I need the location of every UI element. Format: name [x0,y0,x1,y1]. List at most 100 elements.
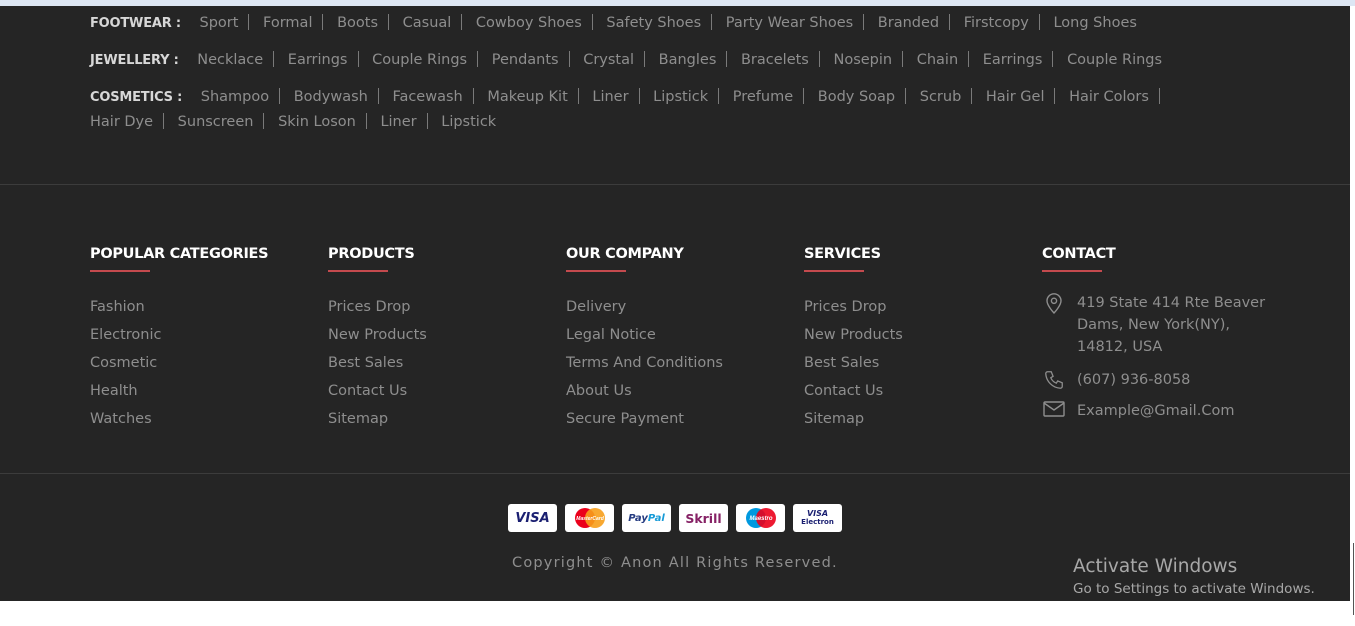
footer-link[interactable]: Electronic [90,321,268,349]
footwear-link[interactable]: Sport [199,15,258,31]
cosmetics-link[interactable]: Scrub [920,89,982,105]
footer-link[interactable]: Best Sales [804,349,903,377]
footwear-link[interactable]: Cowboy Shoes [476,15,602,31]
footer-link[interactable]: Prices Drop [804,293,903,321]
cosmetics-link[interactable]: Liner [380,114,436,130]
footwear-link[interactable]: Safety Shoes [606,15,721,31]
footer-link[interactable]: Delivery [566,293,723,321]
divider [0,184,1350,185]
footer-link[interactable]: Cosmetic [90,349,268,377]
divider [0,473,1350,474]
contact-phone[interactable]: (607) 936-8058 [1042,369,1282,391]
footer-link[interactable]: Contact Us [328,377,427,405]
jewellery-link[interactable]: Chain [917,52,978,68]
our-company-column: OUR COMPANY Delivery Legal Notice Terms … [566,246,723,433]
jewellery-link[interactable]: Nosepin [833,52,912,68]
footer-link[interactable]: Watches [90,405,268,433]
cosmetics-link[interactable]: Facewash [392,89,482,105]
jewellery-link[interactable]: Necklace [197,52,283,68]
footwear-title: FOOTWEAR : [90,16,181,31]
cosmetics-link[interactable]: Liner [592,89,648,105]
jewellery-link[interactable]: Bangles [659,52,737,68]
footwear-link[interactable]: Firstcopy [964,15,1049,31]
cosmetics-link[interactable]: Lipstick [441,114,496,130]
visa-logo: VISA [508,504,557,532]
email-address[interactable]: Example@Gmail.Com [1077,400,1234,422]
footwear-link[interactable]: Party Wear Shoes [726,15,873,31]
footer-link[interactable]: Best Sales [328,349,427,377]
mastercard-logo: MasterCard [565,504,614,532]
cosmetics-link[interactable]: Lipstick [653,89,728,105]
title-underline [90,270,150,272]
footer-link[interactable]: Sitemap [804,405,903,433]
popular-categories-column: POPULAR CATEGORIES Fashion Electronic Co… [90,246,269,433]
footer-link[interactable]: New Products [804,321,903,349]
cosmetics-link[interactable]: Hair Gel [986,89,1065,105]
services-column: SERVICES Prices Drop New Products Best S… [804,246,903,433]
activate-windows-watermark: Activate Windows Go to Settings to activ… [1073,555,1315,599]
jewellery-link[interactable]: Pendants [492,52,579,68]
activate-subtitle: Go to Settings to activate Windows. [1073,581,1315,597]
jewellery-link[interactable]: Couple Rings [1067,52,1162,68]
column-title: SERVICES [804,246,881,262]
phone-number[interactable]: (607) 936-8058 [1077,369,1190,391]
footer-link[interactable]: Prices Drop [328,293,427,321]
payment-methods: VISA MasterCard PayPal Skrill Maestro VI… [508,504,842,532]
footer-link[interactable]: Sitemap [328,405,427,433]
svg-text:MasterCard: MasterCard [576,516,604,522]
footer-link[interactable]: Legal Notice [566,321,723,349]
jewellery-link[interactable]: Earrings [288,52,368,68]
jewellery-link[interactable]: Earrings [983,52,1063,68]
footwear-link[interactable]: Branded [878,15,959,31]
column-title: POPULAR CATEGORIES [90,246,269,262]
footwear-link[interactable]: Long Shoes [1053,15,1136,31]
cosmetics-link[interactable]: Body Soap [818,89,915,105]
cosmetics-link[interactable]: Hair Dye [90,114,173,130]
skrill-logo: Skrill [679,504,728,532]
cosmetics-link[interactable]: Hair Colors [1069,89,1169,105]
jewellery-category-row: JEWELLERY : Necklace Earrings Couple Rin… [90,48,1250,73]
cosmetics-link[interactable]: Makeup Kit [487,89,587,105]
cosmetics-link[interactable]: Sunscreen [178,114,274,130]
address-text: 419 State 414 Rte Beaver Dams, New York(… [1077,292,1265,358]
title-underline [566,270,626,272]
footer-link[interactable]: Health [90,377,268,405]
footwear-link[interactable]: Formal [263,15,332,31]
location-pin-icon [1042,292,1066,314]
footer-link[interactable]: Contact Us [804,377,903,405]
title-underline [328,270,388,272]
phone-icon [1042,369,1066,391]
visa-electron-logo: VISA Electron [793,504,842,532]
footer-link[interactable]: Fashion [90,293,268,321]
contact-column: CONTACT 419 State 414 Rte Beaver Dams, N… [1042,246,1282,422]
column-title: PRODUCTS [328,246,415,262]
column-title: CONTACT [1042,246,1116,262]
site-footer: FOOTWEAR : Sport Formal Boots Casual Cow… [0,6,1350,601]
jewellery-title: JEWELLERY : [90,53,179,68]
maestro-logo: Maestro [736,504,785,532]
contact-email[interactable]: Example@Gmail.Com [1042,400,1282,422]
contact-address: 419 State 414 Rte Beaver Dams, New York(… [1042,292,1282,358]
title-underline [804,270,864,272]
column-title: OUR COMPANY [566,246,684,262]
footwear-link[interactable]: Boots [337,15,398,31]
cosmetics-link[interactable]: Prefume [733,89,813,105]
jewellery-link[interactable]: Bracelets [741,52,829,68]
page-edge-line [1353,543,1354,615]
footwear-link[interactable]: Casual [403,15,472,31]
footer-link[interactable]: Terms And Conditions [566,349,723,377]
footer-link[interactable]: About Us [566,377,723,405]
footer-link[interactable]: Secure Payment [566,405,723,433]
cosmetics-category-row: COSMETICS : Shampoo Bodywash Facewash Ma… [90,85,1250,135]
mail-icon [1042,400,1066,418]
svg-text:Maestro: Maestro [749,516,772,522]
cosmetics-link[interactable]: Bodywash [294,89,388,105]
activate-title: Activate Windows [1073,556,1238,577]
jewellery-link[interactable]: Couple Rings [372,52,487,68]
jewellery-link[interactable]: Crystal [583,52,654,68]
cosmetics-link[interactable]: Shampoo [201,89,289,105]
cosmetics-link[interactable]: Skin Loson [278,114,376,130]
address-line: 419 State 414 Rte Beaver [1077,295,1266,311]
footer-link[interactable]: New Products [328,321,427,349]
address-line: Dams, New York(NY), [1077,317,1230,333]
